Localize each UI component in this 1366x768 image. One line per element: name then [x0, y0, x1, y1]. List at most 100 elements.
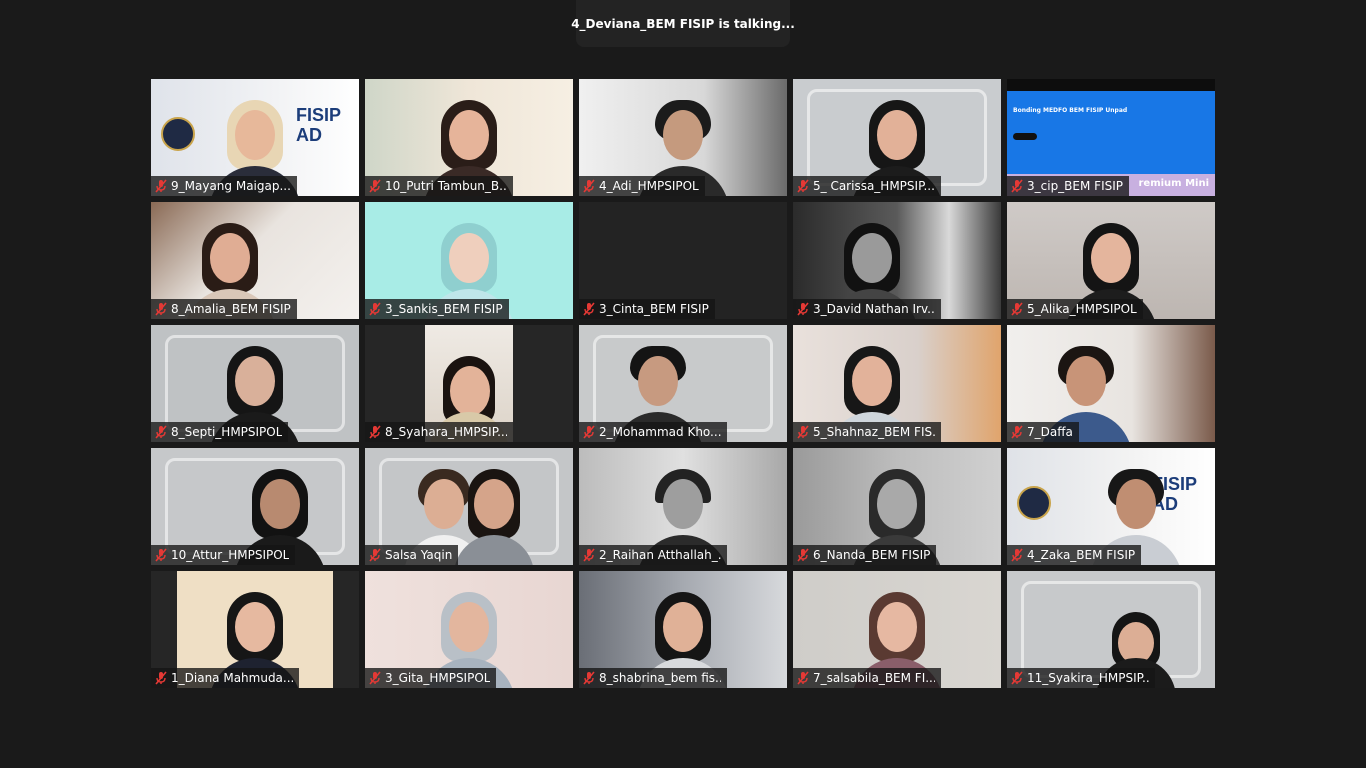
- participant-name: Salsa Yaqin: [385, 548, 453, 562]
- participant-tile[interactable]: 3_Cinta_BEM FISIP: [579, 202, 787, 319]
- muted-mic-icon: [369, 548, 381, 562]
- participant-tile[interactable]: 2_Mohammad Kho...: [579, 325, 787, 442]
- participant-tile[interactable]: 11_Syakira_HMPSIP...: [1007, 571, 1215, 688]
- participant-name-label: 5_Shahnaz_BEM FIS...: [793, 422, 941, 442]
- participant-tile[interactable]: FISIP AD 9_Mayang Maigap...: [151, 79, 359, 196]
- participant-name-label: 2_Mohammad Kho...: [579, 422, 727, 442]
- participant-name-label: 3_Gita_HMPSIPOL: [365, 668, 497, 688]
- muted-mic-icon: [369, 671, 381, 685]
- participant-name: 1_Diana Mahmuda...: [171, 671, 293, 685]
- participant-name-label: 5_ Carissa_HMPSIP...: [793, 176, 941, 196]
- participant-tile[interactable]: 3_Sankis_BEM FISIP: [365, 202, 573, 319]
- screen-share-topbar: [1007, 79, 1215, 91]
- participant-name: 11_Syakira_HMPSIP...: [1027, 671, 1149, 685]
- screen-share-footer-text: remium Mini: [1138, 178, 1209, 189]
- participant-name: 5_Shahnaz_BEM FIS...: [813, 425, 935, 439]
- participant-name: 2_Raihan Atthallah_...: [599, 548, 721, 562]
- bem-logo: [161, 117, 195, 151]
- participant-name-label: 3_Cinta_BEM FISIP: [579, 299, 715, 319]
- participant-name: 4_Adi_HMPSIPOL: [599, 179, 699, 193]
- muted-mic-icon: [1011, 179, 1023, 193]
- participant-tile[interactable]: 10_Putri Tambun_B...: [365, 79, 573, 196]
- muted-mic-icon: [155, 548, 167, 562]
- participant-name: 8_shabrina_bem fis...: [599, 671, 721, 685]
- participant-name: 3_David Nathan Irv...: [813, 302, 935, 316]
- participant-name: 6_Nanda_BEM FISIP: [813, 548, 931, 562]
- participant-name: 3_Cinta_BEM FISIP: [599, 302, 709, 316]
- participant-tile[interactable]: 8_Septi_HMPSIPOL: [151, 325, 359, 442]
- participant-tile[interactable]: 5_ Carissa_HMPSIP...: [793, 79, 1001, 196]
- screen-share-title: Bonding MEDFO BEM FISIP Unpad: [1013, 107, 1128, 114]
- muted-mic-icon: [155, 179, 167, 193]
- muted-mic-icon: [797, 671, 809, 685]
- participant-name-label: 7_Daffa: [1007, 422, 1079, 442]
- participant-name-label: 4_Adi_HMPSIPOL: [579, 176, 705, 196]
- muted-mic-icon: [797, 179, 809, 193]
- participant-name-label: 5_Alika_HMPSIPOL: [1007, 299, 1143, 319]
- participant-name: 10_Attur_HMPSIPOL: [171, 548, 290, 562]
- participant-tile[interactable]: 3_Gita_HMPSIPOL: [365, 571, 573, 688]
- participant-name: 2_Mohammad Kho...: [599, 425, 721, 439]
- muted-mic-icon: [1011, 671, 1023, 685]
- meeting-window: 4_Deviana_BEM FISIP is talking... FISIP A…: [0, 0, 1366, 768]
- participant-name-label: 9_Mayang Maigap...: [151, 176, 297, 196]
- muted-mic-icon: [583, 671, 595, 685]
- participant-tile[interactable]: Bonding MEDFO BEM FISIP Unpad remium Min…: [1007, 79, 1215, 196]
- participant-name-label: 7_salsabila_BEM FI...: [793, 668, 941, 688]
- muted-mic-icon: [155, 671, 167, 685]
- participant-tile[interactable]: 5_Alika_HMPSIPOL: [1007, 202, 1215, 319]
- participant-tile[interactable]: 6_Nanda_BEM FISIP: [793, 448, 1001, 565]
- muted-mic-icon: [155, 302, 167, 316]
- muted-mic-icon: [797, 548, 809, 562]
- participant-name: 7_salsabila_BEM FI...: [813, 671, 935, 685]
- participant-name-label: 8_shabrina_bem fis...: [579, 668, 727, 688]
- muted-mic-icon: [583, 548, 595, 562]
- participant-tile[interactable]: 2_Raihan Atthallah_...: [579, 448, 787, 565]
- participant-name-label: 8_Amalia_BEM FISIP: [151, 299, 297, 319]
- participant-tile[interactable]: 1_Diana Mahmuda...: [151, 571, 359, 688]
- participant-name-label: 10_Putri Tambun_B...: [365, 176, 513, 196]
- participant-tile[interactable]: 5_Shahnaz_BEM FIS...: [793, 325, 1001, 442]
- participant-tile[interactable]: 7_Daffa: [1007, 325, 1215, 442]
- participant-tile[interactable]: 3_David Nathan Irv...: [793, 202, 1001, 319]
- participant-tile[interactable]: Salsa Yaqin: [365, 448, 573, 565]
- participant-tile[interactable]: FISIP AD 4_Zaka_BEM FISIP: [1007, 448, 1215, 565]
- participant-tile[interactable]: 8_Amalia_BEM FISIP: [151, 202, 359, 319]
- participant-tile[interactable]: 8_shabrina_bem fis...: [579, 571, 787, 688]
- participant-name: 8_Septi_HMPSIPOL: [171, 425, 283, 439]
- participant-name-label: 6_Nanda_BEM FISIP: [793, 545, 937, 565]
- participant-name-label: 3_David Nathan Irv...: [793, 299, 941, 319]
- muted-mic-icon: [583, 425, 595, 439]
- muted-mic-icon: [369, 425, 381, 439]
- muted-mic-icon: [369, 179, 381, 193]
- screen-share-button: [1013, 133, 1037, 140]
- participant-tile[interactable]: 7_salsabila_BEM FI...: [793, 571, 1001, 688]
- participant-name-label: 2_Raihan Atthallah_...: [579, 545, 727, 565]
- muted-mic-icon: [1011, 548, 1023, 562]
- participant-tile[interactable]: 8_Syahara_HMPSIP...: [365, 325, 573, 442]
- muted-mic-icon: [155, 425, 167, 439]
- muted-mic-icon: [1011, 425, 1023, 439]
- participant-name-label: 8_Septi_HMPSIPOL: [151, 422, 289, 442]
- participant-name: 4_Zaka_BEM FISIP: [1027, 548, 1136, 562]
- muted-mic-icon: [797, 302, 809, 316]
- muted-mic-icon: [797, 425, 809, 439]
- participant-name: 3_Gita_HMPSIPOL: [385, 671, 491, 685]
- participant-tile[interactable]: 4_Adi_HMPSIPOL: [579, 79, 787, 196]
- participant-name-label: 10_Attur_HMPSIPOL: [151, 545, 296, 565]
- participant-name-label: 1_Diana Mahmuda...: [151, 668, 299, 688]
- participant-figure: [453, 465, 534, 565]
- participant-tile[interactable]: 10_Attur_HMPSIPOL: [151, 448, 359, 565]
- participant-name-label: 3_cip_BEM FISIP: [1007, 176, 1129, 196]
- participant-name: 10_Putri Tambun_B...: [385, 179, 507, 193]
- participant-name: 9_Mayang Maigap...: [171, 179, 291, 193]
- participant-name: 5_ Carissa_HMPSIP...: [813, 179, 935, 193]
- participant-name: 3_cip_BEM FISIP: [1027, 179, 1123, 193]
- participant-name: 3_Sankis_BEM FISIP: [385, 302, 503, 316]
- muted-mic-icon: [583, 179, 595, 193]
- gallery-grid: FISIP AD 9_Mayang Maigap... 10_Putri Tam…: [151, 79, 1215, 688]
- participant-name-label: 8_Syahara_HMPSIP...: [365, 422, 513, 442]
- participant-name-label: Salsa Yaqin: [365, 545, 459, 565]
- muted-mic-icon: [369, 302, 381, 316]
- participant-name: 7_Daffa: [1027, 425, 1073, 439]
